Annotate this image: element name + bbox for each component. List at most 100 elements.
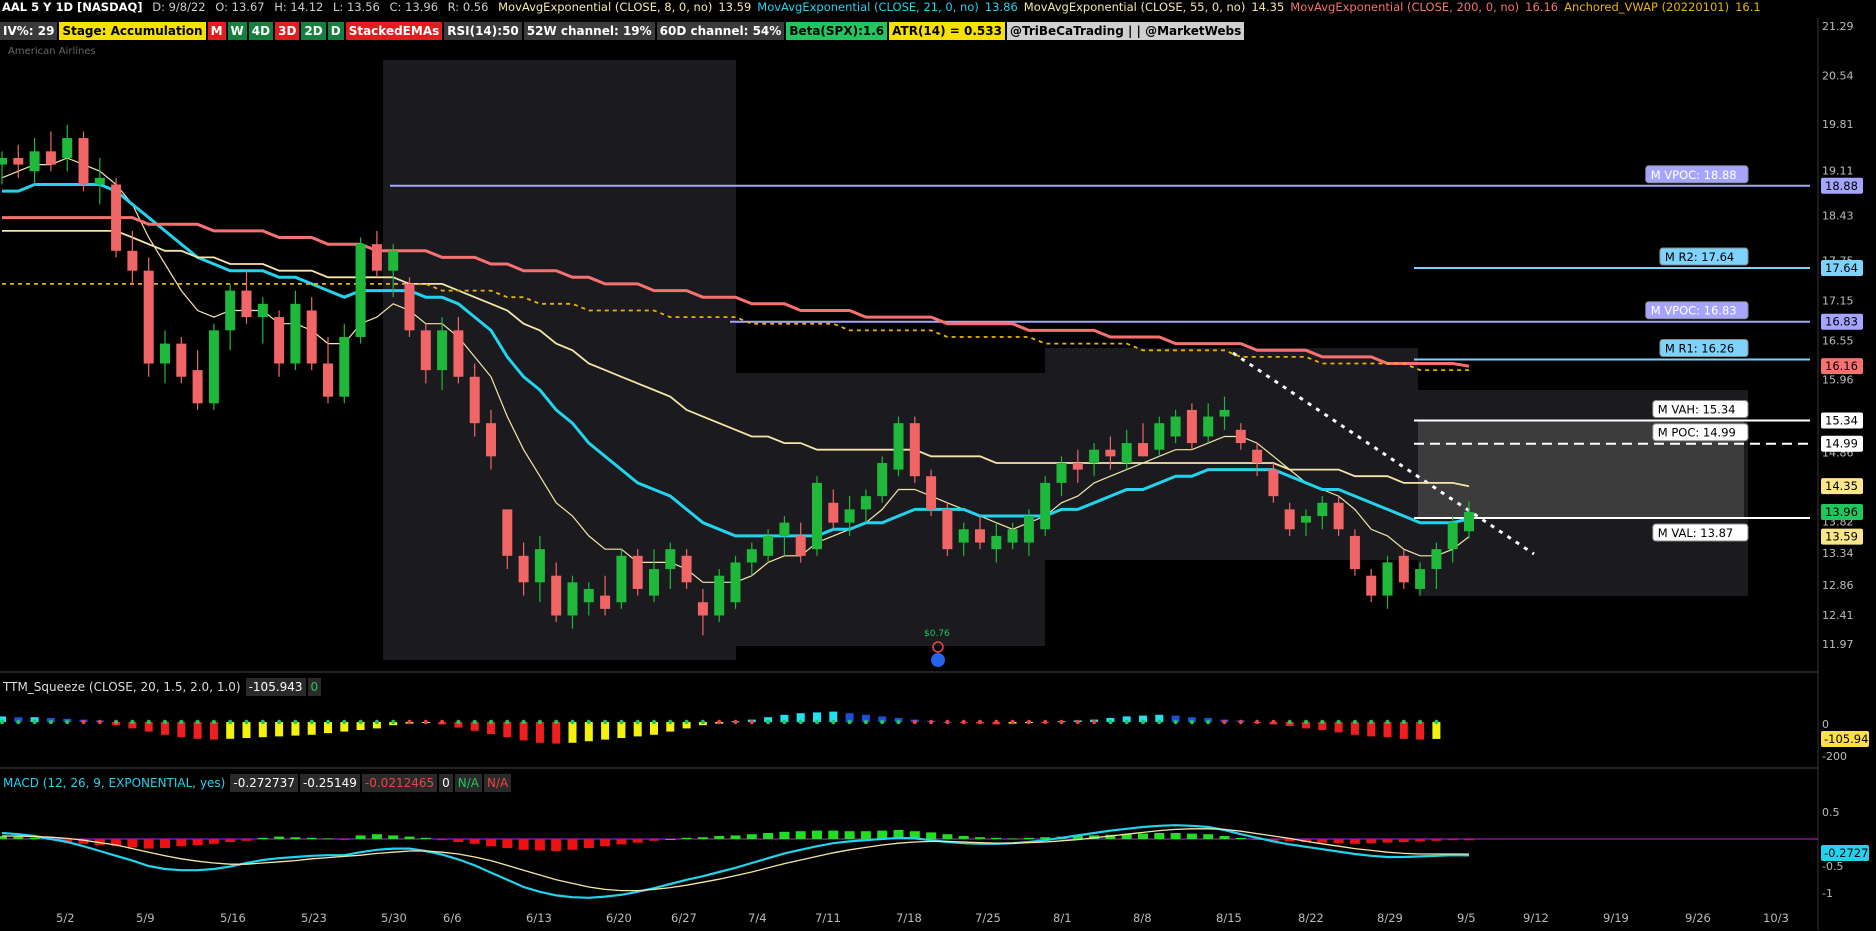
macd-hist-bar — [274, 836, 285, 839]
price-axis-tick: 13.34 — [1822, 547, 1854, 560]
level-label: M R2: 17.64 — [1665, 250, 1734, 264]
macd-hist-bar — [1219, 836, 1230, 839]
date-axis-label: 5/30 — [381, 911, 407, 925]
high-label: H: 14.12 — [274, 0, 324, 14]
macd-hist-bar — [600, 839, 611, 847]
candle-body — [1138, 443, 1148, 457]
candle-body — [0, 157, 7, 165]
indicator-badge[interactable]: Beta(SPX):1.6 — [786, 22, 888, 40]
indicator-badge[interactable]: 3D — [275, 22, 300, 40]
squeeze-bar — [584, 722, 593, 742]
indicator-badge[interactable]: Stage: Accumulation — [59, 22, 206, 40]
candle-body — [437, 330, 448, 371]
macd-hist-bar — [795, 831, 806, 839]
squeeze-dot — [1206, 719, 1211, 725]
macd-hist-bar — [518, 839, 529, 850]
squeeze-dot — [554, 719, 559, 725]
price-axis-tick: 16.55 — [1822, 334, 1854, 347]
indicator-badge[interactable]: @TriBeCaTrading | | @MarketWebs — [1006, 22, 1245, 40]
candle-body — [812, 482, 822, 550]
candle-body — [45, 151, 56, 165]
squeeze-dot — [1124, 719, 1129, 725]
candle — [143, 257, 154, 377]
indicator-badge[interactable]: 52W channel: 19% — [523, 22, 655, 40]
squeeze-dot — [1075, 719, 1081, 725]
candle-body — [583, 588, 594, 603]
macd-hist-bar — [371, 834, 382, 839]
indicator-badge[interactable]: M — [207, 22, 226, 40]
squeeze-dot — [391, 719, 396, 725]
macd-header-item[interactable]: MACD (12, 26, 9, EXPONENTIAL, yes) — [0, 774, 229, 792]
indicator-badge[interactable]: 4D — [248, 22, 274, 40]
symbol-label[interactable]: AAL 5 Y 1D [NASDAQ] — [0, 0, 145, 15]
macd-hist-bar — [714, 836, 725, 839]
indicator-badge[interactable]: StackedEMAs — [345, 22, 443, 40]
squeeze-dot — [586, 719, 591, 725]
macd-hist-bar — [763, 833, 774, 839]
squeeze-dot — [1189, 719, 1195, 725]
macd-hist-bar — [290, 837, 301, 839]
macd-hist-bar — [616, 839, 627, 845]
price-axis-tick: 17.15 — [1822, 295, 1854, 308]
macd-hist-bar — [779, 831, 790, 839]
macd-hist-bar — [323, 838, 333, 840]
squeeze-dot — [537, 719, 543, 725]
candle-body — [779, 522, 790, 536]
date-axis-label: 9/12 — [1523, 911, 1549, 925]
indicator-badge[interactable]: 60D channel: 54% — [656, 22, 785, 40]
indicator-badge[interactable]: D — [327, 22, 344, 40]
squeeze-dot — [1010, 719, 1015, 725]
squeeze-header-item: -105.943 — [245, 678, 306, 696]
indicator-badge[interactable]: IV%: 29 — [0, 22, 58, 40]
macd-hist-bar — [681, 837, 692, 839]
squeeze-dot — [1026, 719, 1032, 725]
candle — [616, 549, 627, 609]
candle-body — [78, 138, 89, 185]
squeeze-dot — [97, 719, 103, 725]
indicator-badge[interactable]: RSI(14):50 — [444, 22, 522, 40]
study-legends: MovAvgExponential (CLOSE, 8, 0, no) 13.59… — [496, 0, 1765, 15]
squeeze-dot — [1287, 719, 1292, 725]
squeeze-dot — [570, 719, 575, 725]
macd-axis-tick: 0.5 — [1822, 806, 1840, 819]
squeeze-dot — [146, 719, 151, 725]
study-legend-label[interactable]: MovAvgExponential (CLOSE, 8, 0, no) — [496, 0, 714, 15]
candle — [877, 456, 888, 503]
study-legend-value: 14.35 — [1251, 0, 1285, 14]
candle — [1349, 529, 1360, 576]
macd-hist-bar — [1366, 839, 1377, 844]
squeeze-dot — [1043, 719, 1048, 725]
date-axis-label: 8/29 — [1377, 911, 1403, 925]
macd-hist-bar — [257, 837, 268, 839]
candle-body — [62, 138, 73, 158]
study-legend-label[interactable]: MovAvgExponential (CLOSE, 200, 0, no) — [1288, 0, 1521, 15]
study-legend-label[interactable]: Anchored_VWAP (20220101) — [1562, 0, 1731, 15]
indicator-badge[interactable]: W — [227, 22, 247, 40]
candle-body — [1007, 529, 1018, 543]
squeeze-bar — [242, 722, 251, 738]
indicator-badge[interactable]: 2D — [301, 22, 326, 40]
squeeze-dot — [81, 719, 86, 725]
indicator-badge[interactable]: ATR(14) = 0.533 — [889, 22, 1005, 40]
macd-hist-bar — [567, 839, 578, 850]
squeeze-dot — [928, 719, 934, 725]
price-tag: 13.59 — [1825, 530, 1858, 544]
candle-body — [518, 555, 529, 583]
squeeze-header-item[interactable]: TTM_Squeeze (CLOSE, 20, 1.5, 2.0, 1.0) — [0, 678, 244, 696]
squeeze-dot — [0, 719, 5, 725]
study-legend-label[interactable]: MovAvgExponential (CLOSE, 21, 0, no) — [755, 0, 981, 15]
squeeze-dot — [374, 719, 380, 725]
macd-hist-bar — [649, 839, 659, 841]
candle-body — [681, 555, 692, 583]
squeeze-dot — [1222, 719, 1227, 725]
open-label: O: 13.67 — [215, 0, 265, 14]
candle — [730, 555, 741, 609]
study-legend-label[interactable]: MovAvgExponential (CLOSE, 55, 0, no) — [1022, 0, 1248, 15]
price-axis-tick: 20.54 — [1822, 70, 1854, 83]
candle — [404, 277, 415, 337]
candle-body — [257, 303, 268, 318]
macd-hist-bar — [225, 839, 236, 842]
candle-body — [1415, 569, 1426, 589]
candle-body — [1349, 535, 1360, 570]
squeeze-dot — [1254, 719, 1260, 725]
